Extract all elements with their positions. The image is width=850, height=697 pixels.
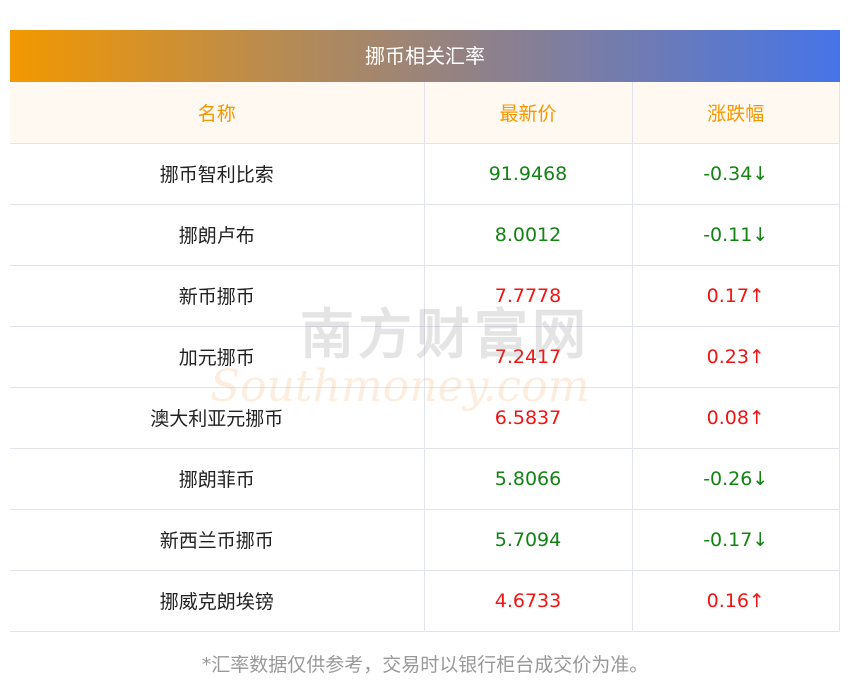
column-header-price: 最新价 (423, 82, 633, 144)
table-row: 新西兰币挪币 5.7094 -0.17↓ (10, 508, 840, 571)
currency-pair-name: 加元挪币 (10, 325, 425, 388)
currency-pair-name: 挪朗菲币 (10, 447, 425, 510)
change-percent: -0.34↓ (631, 142, 840, 205)
column-header-name: 名称 (10, 82, 425, 144)
currency-pair-name: 挪币智利比索 (10, 142, 425, 205)
change-percent: 0.08↑ (631, 386, 840, 449)
change-percent: -0.26↓ (631, 447, 840, 510)
table-row: 新币挪币 7.7778 0.17↑ (10, 264, 840, 327)
latest-price: 5.7094 (423, 508, 633, 571)
table-row: 挪朗卢布 8.0012 -0.11↓ (10, 203, 840, 266)
table-header-row: 名称 最新价 涨跌幅 (10, 82, 840, 144)
currency-pair-name: 澳大利亚元挪币 (10, 386, 425, 449)
latest-price: 91.9468 (423, 142, 633, 205)
latest-price: 6.5837 (423, 386, 633, 449)
table-title: 挪币相关汇率 (10, 30, 840, 82)
table-row: 澳大利亚元挪币 6.5837 0.08↑ (10, 386, 840, 449)
change-percent: -0.11↓ (631, 203, 840, 266)
currency-pair-name: 挪朗卢布 (10, 203, 425, 266)
change-percent: 0.23↑ (631, 325, 840, 388)
currency-pair-name: 新币挪币 (10, 264, 425, 327)
change-percent: 0.17↑ (631, 264, 840, 327)
latest-price: 7.2417 (423, 325, 633, 388)
latest-price: 8.0012 (423, 203, 633, 266)
currency-pair-name: 挪威克朗埃镑 (10, 569, 425, 632)
latest-price: 5.8066 (423, 447, 633, 510)
column-header-change: 涨跌幅 (631, 82, 840, 144)
change-percent: -0.17↓ (631, 508, 840, 571)
exchange-rate-table: 名称 最新价 涨跌幅 挪币智利比索 91.9468 -0.34↓ 挪朗卢布 8.0… (10, 82, 840, 632)
table-row: 挪币智利比索 91.9468 -0.34↓ (10, 142, 840, 205)
latest-price: 4.6733 (423, 569, 633, 632)
table-row: 加元挪币 7.2417 0.23↑ (10, 325, 840, 388)
change-percent: 0.16↑ (631, 569, 840, 632)
table-row: 挪威克朗埃镑 4.6733 0.16↑ (10, 569, 840, 632)
disclaimer: *汇率数据仅供参考，交易时以银行柜台成交价为准。 (201, 654, 649, 676)
latest-price: 7.7778 (423, 264, 633, 327)
currency-pair-name: 新西兰币挪币 (10, 508, 425, 571)
table-row: 挪朗菲币 5.8066 -0.26↓ (10, 447, 840, 510)
